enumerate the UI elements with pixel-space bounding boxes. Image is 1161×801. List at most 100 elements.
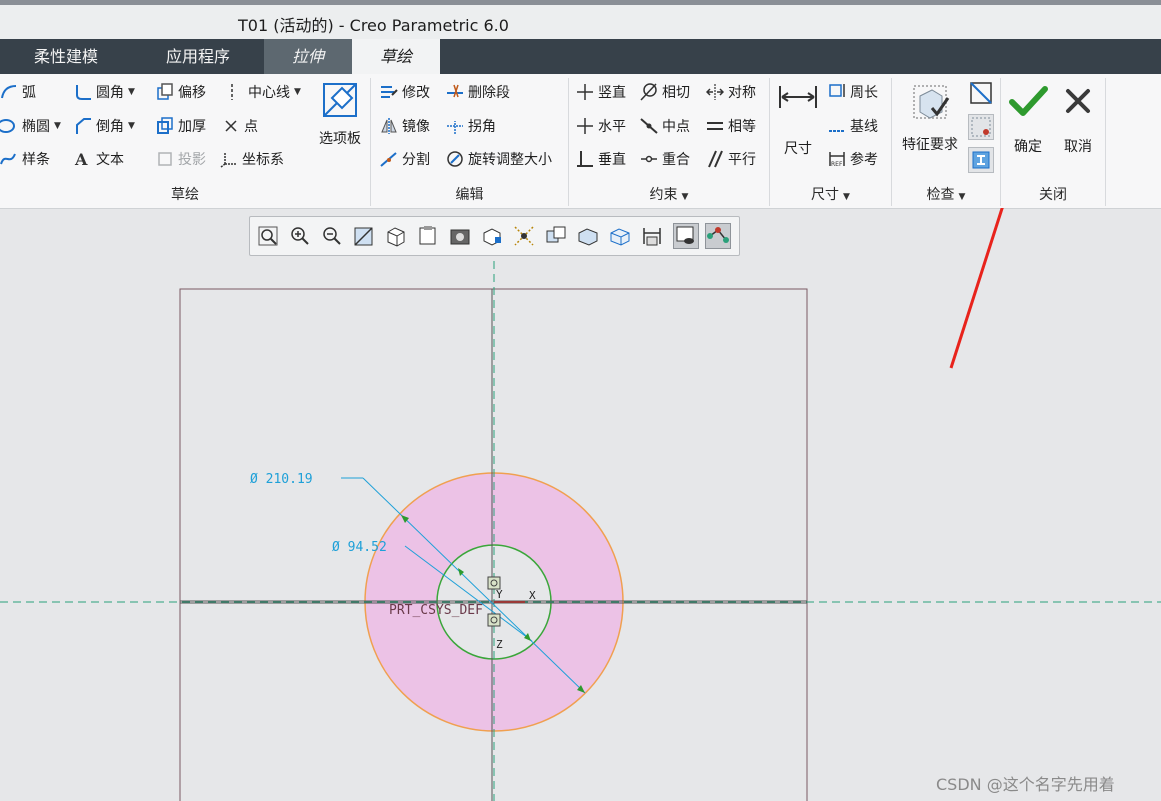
coordinate-system-icon bbox=[220, 150, 238, 168]
tab-applications[interactable]: 应用程序 bbox=[132, 39, 264, 74]
perspective-view-icon[interactable] bbox=[479, 223, 505, 249]
group-label-inspect[interactable]: 检查 ▼ bbox=[892, 184, 1000, 204]
close-icon bbox=[1058, 84, 1098, 122]
vertex-display-icon[interactable] bbox=[705, 223, 731, 249]
arc-icon bbox=[0, 83, 18, 101]
arc-command[interactable]: 弧 bbox=[0, 80, 36, 104]
centerline-command[interactable]: 中心线 ▼ bbox=[226, 80, 301, 104]
parallel-constraint[interactable]: 平行 bbox=[706, 147, 756, 171]
thicken-command[interactable]: 加厚 bbox=[156, 114, 206, 138]
csys-marker[interactable] bbox=[487, 613, 501, 627]
palette-button[interactable]: 选项板 bbox=[316, 80, 364, 148]
vertical-constraint[interactable]: 竖直 bbox=[576, 80, 626, 104]
constraint-display-icon[interactable] bbox=[673, 223, 699, 249]
view-manager-icon[interactable] bbox=[447, 223, 473, 249]
coordinate-system-command[interactable]: 坐标系 bbox=[220, 147, 284, 171]
axis-z-label: Z bbox=[496, 638, 503, 651]
rotate-resize-command[interactable]: 旋转调整大小 bbox=[446, 147, 552, 171]
zoom-in-icon[interactable] bbox=[287, 223, 313, 249]
repaint-icon[interactable] bbox=[351, 223, 377, 249]
palette-icon bbox=[320, 80, 360, 124]
feature-requirements-button[interactable]: 特征要求 bbox=[897, 82, 963, 154]
overlapping-geometry-icon[interactable] bbox=[968, 80, 994, 106]
dimension-display-icon[interactable] bbox=[639, 223, 665, 249]
perimeter-label: 周长 bbox=[850, 85, 878, 101]
baseline-label: 基线 bbox=[850, 119, 878, 135]
chamfer-command[interactable]: 倒角 ▼ bbox=[74, 114, 135, 138]
mirror-command[interactable]: 镜像 bbox=[380, 114, 430, 138]
equal-constraint[interactable]: 相等 bbox=[706, 114, 756, 138]
box-display-icon[interactable] bbox=[575, 223, 601, 249]
symmetric-label: 对称 bbox=[728, 85, 756, 101]
parallel-label: 平行 bbox=[728, 152, 756, 168]
group-divider bbox=[1105, 78, 1106, 206]
highlight-open-ends-icon[interactable] bbox=[968, 114, 994, 140]
baseline-command[interactable]: 基线 bbox=[828, 114, 878, 138]
modify-icon bbox=[380, 83, 398, 101]
corner-label: 拐角 bbox=[468, 119, 496, 135]
rotate-resize-icon bbox=[446, 150, 464, 168]
annotation-display-icon[interactable] bbox=[543, 223, 569, 249]
ribbon-panel: 弧 圆角 ▼ 偏移 中心线 ▼ 椭圆 ▼ 倒角 ▼ 加厚 点 样条 A 文本 投… bbox=[0, 74, 1161, 209]
chevron-down-icon[interactable]: ▼ bbox=[54, 121, 61, 131]
refit-icon[interactable] bbox=[255, 223, 281, 249]
group-label-sketch: 草绘 bbox=[171, 187, 199, 203]
sketch-canvas[interactable]: Ø 210.19 Ø 94.52 X Y Z PRT_CSYS_DEF bbox=[0, 208, 1161, 801]
check-icon bbox=[1008, 84, 1048, 122]
offset-command[interactable]: 偏移 bbox=[156, 80, 206, 104]
delete-segment-command[interactable]: 删除段 bbox=[446, 80, 510, 104]
dimension-group-label: 尺寸 bbox=[811, 187, 840, 203]
chevron-down-icon: ▼ bbox=[843, 192, 850, 202]
ok-button[interactable]: 确定 bbox=[1006, 84, 1050, 156]
view-toolbar bbox=[249, 216, 740, 256]
outer-diameter-dimension[interactable]: Ø 210.19 bbox=[250, 472, 313, 487]
perpendicular-constraint[interactable]: 垂直 bbox=[576, 147, 626, 171]
dimension-button[interactable]: 尺寸 bbox=[776, 82, 820, 158]
coincident-label: 重合 bbox=[662, 152, 690, 168]
text-command[interactable]: A 文本 bbox=[74, 147, 124, 171]
chevron-down-icon[interactable]: ▼ bbox=[128, 121, 135, 131]
horizontal-constraint[interactable]: 水平 bbox=[576, 114, 626, 138]
horizontal-label: 水平 bbox=[598, 119, 626, 135]
watermark: CSDN @这个名字先用着 bbox=[936, 775, 1115, 794]
svg-text:REF: REF bbox=[831, 161, 843, 168]
arc-label: 弧 bbox=[22, 85, 36, 101]
midpoint-constraint[interactable]: 中点 bbox=[640, 114, 690, 138]
group-label-constrain[interactable]: 约束 ▼ bbox=[569, 184, 769, 204]
point-command[interactable]: 点 bbox=[222, 114, 258, 138]
tab-flexible-modeling[interactable]: 柔性建模 bbox=[0, 39, 132, 74]
thicken-label: 加厚 bbox=[178, 119, 206, 135]
tab-extrude[interactable]: 拉伸 bbox=[264, 39, 352, 74]
reference-command[interactable]: REF 参考 bbox=[828, 147, 878, 171]
wireframe-display-icon[interactable] bbox=[607, 223, 633, 249]
tangent-constraint[interactable]: 相切 bbox=[640, 80, 690, 104]
axis-x-label: X bbox=[529, 589, 536, 602]
chevron-down-icon: ▼ bbox=[958, 192, 966, 202]
inner-diameter-dimension[interactable]: Ø 94.52 bbox=[332, 540, 387, 555]
saved-orientations-icon[interactable] bbox=[415, 223, 441, 249]
datum-display-icon[interactable] bbox=[511, 223, 537, 249]
divide-command[interactable]: 分割 bbox=[380, 147, 430, 171]
chevron-down-icon[interactable]: ▼ bbox=[294, 87, 301, 97]
chevron-down-icon[interactable]: ▼ bbox=[128, 87, 135, 97]
spline-command[interactable]: 样条 bbox=[0, 147, 50, 171]
shade-closed-loops-icon[interactable] bbox=[968, 147, 994, 173]
cancel-button[interactable]: 取消 bbox=[1056, 84, 1100, 156]
axis-y-label: Y bbox=[496, 588, 503, 601]
perimeter-command[interactable]: 周长 bbox=[828, 80, 878, 104]
modify-command[interactable]: 修改 bbox=[380, 80, 430, 104]
zoom-out-icon[interactable] bbox=[319, 223, 345, 249]
fillet-command[interactable]: 圆角 ▼ bbox=[74, 80, 135, 104]
centerline-label: 中心线 bbox=[248, 85, 290, 101]
ellipse-icon bbox=[0, 117, 18, 135]
project-icon bbox=[156, 150, 174, 168]
ellipse-command[interactable]: 椭圆 ▼ bbox=[0, 114, 61, 138]
perpendicular-label: 垂直 bbox=[598, 152, 626, 168]
symmetric-constraint[interactable]: 对称 bbox=[705, 80, 756, 104]
project-command[interactable]: 投影 bbox=[156, 147, 206, 171]
group-label-dimension[interactable]: 尺寸 ▼ bbox=[770, 184, 891, 204]
display-style-icon[interactable] bbox=[383, 223, 409, 249]
tab-sketch[interactable]: 草绘 bbox=[352, 39, 440, 74]
coincident-constraint[interactable]: 重合 bbox=[640, 147, 690, 171]
corner-command[interactable]: 拐角 bbox=[446, 114, 496, 138]
